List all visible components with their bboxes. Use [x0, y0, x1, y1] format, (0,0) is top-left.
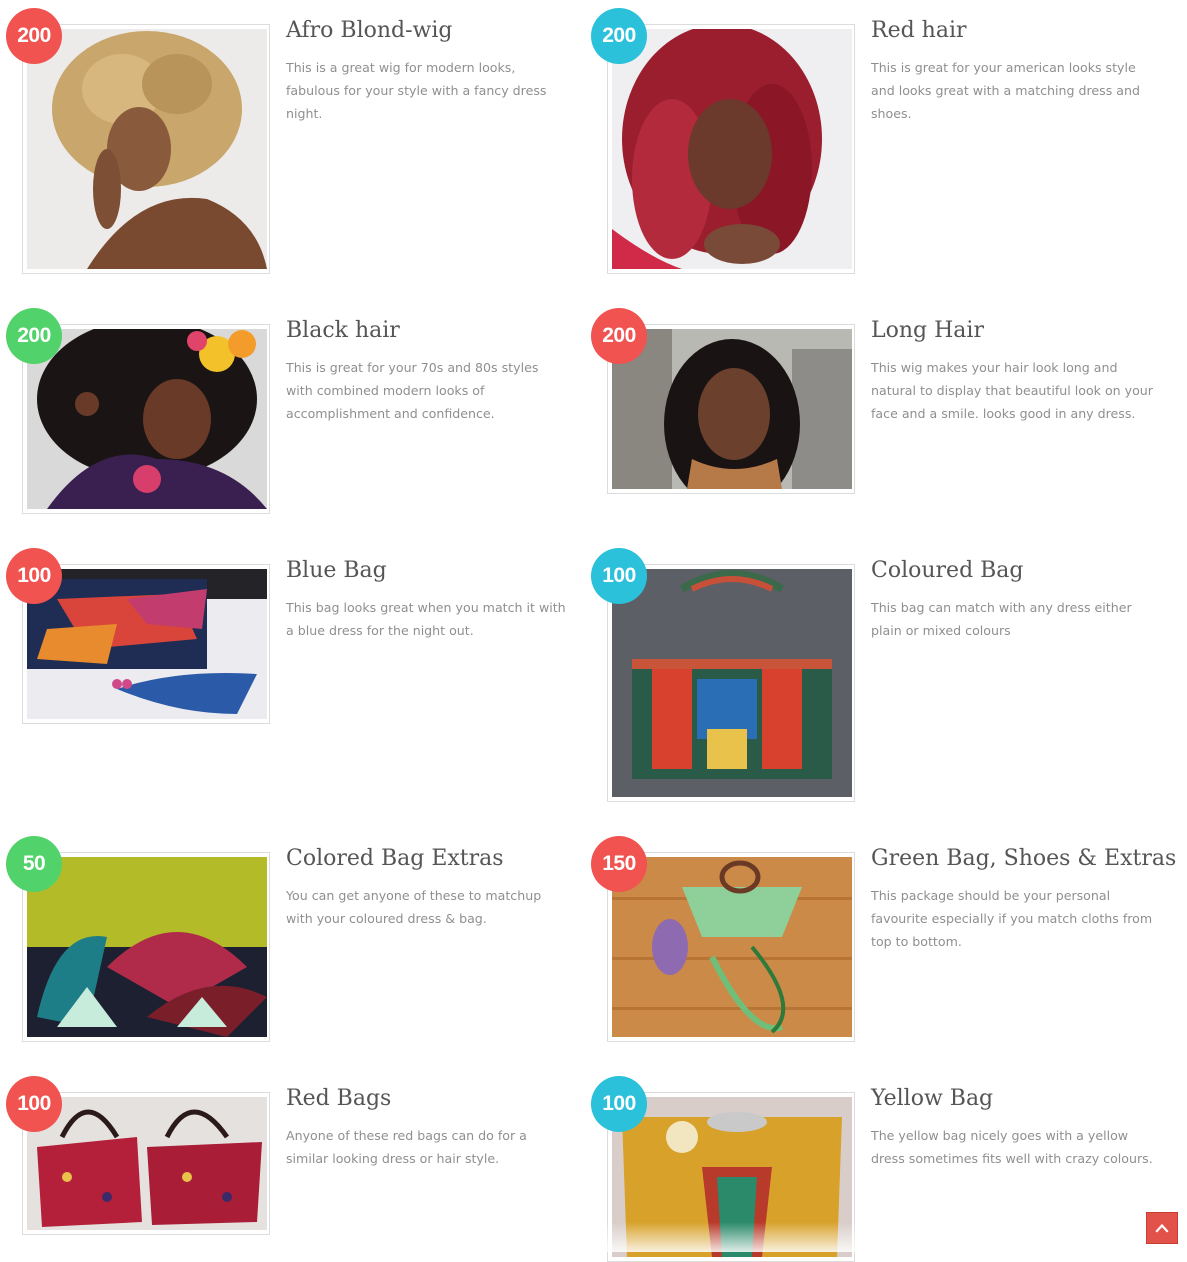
price-badge: 100 — [591, 1076, 647, 1132]
product-title[interactable]: Red Bags — [286, 1086, 576, 1111]
price-badge: 100 — [6, 1076, 62, 1132]
product-title[interactable]: Red hair — [871, 18, 1161, 43]
product-image[interactable] — [612, 29, 852, 269]
product-description: The yellow bag nicely goes with a yellow… — [871, 1128, 1153, 1166]
product-image[interactable] — [612, 569, 852, 797]
product-grid: 200 Afro Blond-wig This is a great wig for… — [0, 0, 1187, 1262]
product-image-frame[interactable] — [22, 24, 270, 274]
price-badge: 100 — [6, 548, 62, 604]
product-image[interactable] — [27, 569, 267, 719]
product-description: You can get anyone of these to matchup w… — [286, 888, 542, 926]
product-image[interactable] — [612, 329, 852, 489]
product-description: This is a great wig for modern looks, fa… — [286, 60, 547, 121]
product-image-frame[interactable] — [607, 564, 855, 802]
product-description: Anyone of these red bags can do for a si… — [286, 1128, 527, 1166]
scroll-to-top-button[interactable] — [1146, 1212, 1178, 1244]
product-image-frame[interactable] — [22, 324, 270, 514]
product-description: This wig makes your hair look long and n… — [871, 360, 1153, 421]
product-description: This is great for your american looks st… — [871, 60, 1140, 121]
product-description: This bag can match with any dress either… — [871, 600, 1132, 638]
chevron-up-icon — [1155, 1223, 1169, 1233]
product-image[interactable] — [27, 1097, 267, 1230]
product-image-frame[interactable] — [607, 24, 855, 274]
product-title[interactable]: Blue Bag — [286, 558, 576, 583]
price-badge: 50 — [6, 836, 62, 892]
product-title[interactable]: Colored Bag Extras — [286, 846, 576, 871]
product-title[interactable]: Black hair — [286, 318, 576, 343]
product-title[interactable]: Green Bag, Shoes & Extras — [871, 846, 1176, 871]
product-title[interactable]: Yellow Bag — [871, 1086, 1161, 1111]
product-image[interactable] — [612, 857, 852, 1037]
product-image-frame[interactable] — [22, 852, 270, 1042]
product-description: This bag looks great when you match it w… — [286, 600, 566, 638]
price-badge: 150 — [591, 836, 647, 892]
price-badge: 200 — [6, 8, 62, 64]
product-image[interactable] — [27, 857, 267, 1037]
product-image-frame[interactable] — [607, 852, 855, 1042]
price-badge: 100 — [591, 548, 647, 604]
product-description: This package should be your personal fav… — [871, 888, 1153, 949]
product-description: This is great for your 70s and 80s style… — [286, 360, 539, 421]
product-image[interactable] — [27, 29, 267, 269]
product-image[interactable] — [27, 329, 267, 509]
product-image-frame[interactable] — [607, 324, 855, 494]
product-title[interactable]: Long Hair — [871, 318, 1161, 343]
price-badge: 200 — [591, 8, 647, 64]
product-title[interactable]: Coloured Bag — [871, 558, 1161, 583]
price-badge: 200 — [591, 308, 647, 364]
product-title[interactable]: Afro Blond-wig — [286, 18, 576, 43]
price-badge: 200 — [6, 308, 62, 364]
bottom-fade — [380, 1222, 1187, 1252]
